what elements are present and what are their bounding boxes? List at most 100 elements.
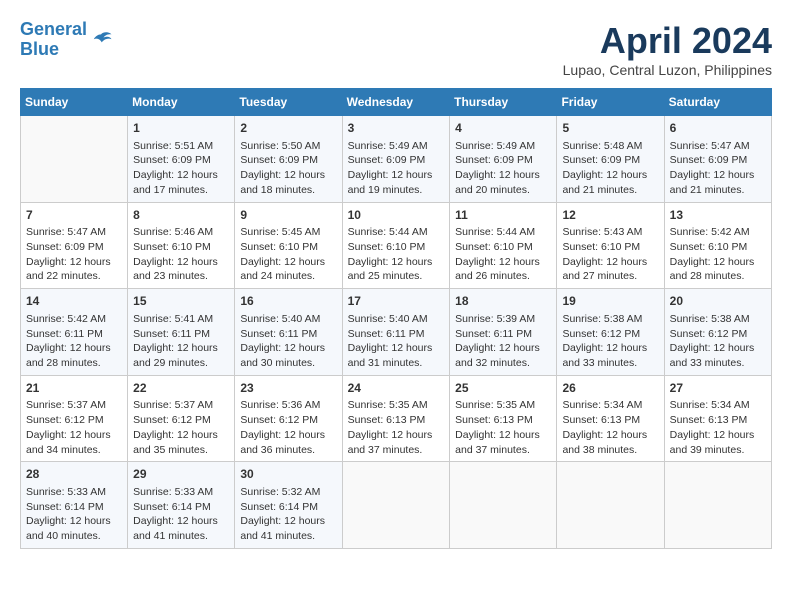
calendar-cell: 28Sunrise: 5:33 AM Sunset: 6:14 PM Dayli… [21, 462, 128, 549]
header-tuesday: Tuesday [235, 89, 342, 116]
day-info: Sunrise: 5:50 AM Sunset: 6:09 PM Dayligh… [240, 139, 336, 198]
calendar-cell: 1 Sunrise: 5:51 AM Sunset: 6:09 PM Daylig… [128, 116, 235, 203]
day-number: 7 [26, 207, 122, 224]
day-number: 8 [133, 207, 229, 224]
logo: GeneralBlue [20, 20, 113, 60]
header-monday: Monday [128, 89, 235, 116]
day-info: Sunrise: 5:35 AM Sunset: 6:13 PM Dayligh… [455, 398, 551, 457]
day-info: Sunrise: 5:40 AM Sunset: 6:11 PM Dayligh… [348, 312, 445, 371]
day-number: 12 [562, 207, 658, 224]
calendar-cell [664, 462, 771, 549]
calendar-week-row: 14Sunrise: 5:42 AM Sunset: 6:11 PM Dayli… [21, 289, 772, 376]
calendar-cell [21, 116, 128, 203]
day-number: 11 [455, 207, 551, 224]
calendar-cell: 18Sunrise: 5:39 AM Sunset: 6:11 PM Dayli… [450, 289, 557, 376]
calendar-week-row: 28 Sunrise: 5:33 AM Sunset: 6:14 PM Dayli… [21, 462, 772, 549]
day-info: Sunrise: 5:47 AM Sunset: 6:09 PM Dayligh… [670, 139, 766, 198]
day-info: Sunrise: 5:49 AM Sunset: 6:09 PM Dayligh… [455, 139, 551, 198]
day-number: 26 [562, 380, 658, 397]
day-info: Sunrise: 5:38 AM Sunset: 6:12 PM Dayligh… [670, 312, 766, 371]
calendar-header-row: SundayMondayTuesdayWednesdayThursdayFrid… [21, 89, 772, 116]
day-info: Sunrise: 5:42 AM Sunset: 6:10 PM Dayligh… [670, 225, 766, 284]
calendar-cell: 12Sunrise: 5:43 AM Sunset: 6:10 PM Dayli… [557, 202, 664, 289]
calendar-cell: 4 Sunrise: 5:49 AM Sunset: 6:09 PM Daylig… [450, 116, 557, 203]
title-block: April 2024 Lupao, Central Luzon, Philipp… [563, 20, 772, 78]
page-header: GeneralBlue April 2024 Lupao, Central Lu… [20, 20, 772, 78]
calendar-cell: 7Sunrise: 5:47 AM Sunset: 6:09 PM Daylig… [21, 202, 128, 289]
header-saturday: Saturday [664, 89, 771, 116]
calendar-cell [342, 462, 450, 549]
location-text: Lupao, Central Luzon, Philippines [563, 62, 772, 78]
day-number: 17 [348, 293, 445, 310]
day-info: Sunrise: 5:36 AM Sunset: 6:12 PM Dayligh… [240, 398, 336, 457]
calendar-cell: 5 Sunrise: 5:48 AM Sunset: 6:09 PM Daylig… [557, 116, 664, 203]
day-number: 3 [348, 120, 445, 137]
calendar-cell: 26Sunrise: 5:34 AM Sunset: 6:13 PM Dayli… [557, 375, 664, 462]
day-info: Sunrise: 5:41 AM Sunset: 6:11 PM Dayligh… [133, 312, 229, 371]
header-thursday: Thursday [450, 89, 557, 116]
calendar-cell: 9Sunrise: 5:45 AM Sunset: 6:10 PM Daylig… [235, 202, 342, 289]
calendar-cell [450, 462, 557, 549]
calendar-cell: 21Sunrise: 5:37 AM Sunset: 6:12 PM Dayli… [21, 375, 128, 462]
day-info: Sunrise: 5:33 AM Sunset: 6:14 PM Dayligh… [133, 485, 229, 544]
month-title: April 2024 [563, 20, 772, 62]
day-info: Sunrise: 5:44 AM Sunset: 6:10 PM Dayligh… [455, 225, 551, 284]
day-number: 19 [562, 293, 658, 310]
calendar-cell: 13Sunrise: 5:42 AM Sunset: 6:10 PM Dayli… [664, 202, 771, 289]
day-number: 16 [240, 293, 336, 310]
day-info: Sunrise: 5:37 AM Sunset: 6:12 PM Dayligh… [133, 398, 229, 457]
day-number: 6 [670, 120, 766, 137]
calendar-week-row: 7Sunrise: 5:47 AM Sunset: 6:09 PM Daylig… [21, 202, 772, 289]
calendar-cell: 14Sunrise: 5:42 AM Sunset: 6:11 PM Dayli… [21, 289, 128, 376]
calendar-cell: 20 Sunrise: 5:38 AM Sunset: 6:12 PM Dayli… [664, 289, 771, 376]
calendar-cell: 2 Sunrise: 5:50 AM Sunset: 6:09 PM Daylig… [235, 116, 342, 203]
day-number: 15 [133, 293, 229, 310]
day-info: Sunrise: 5:43 AM Sunset: 6:10 PM Dayligh… [562, 225, 658, 284]
calendar-cell: 23Sunrise: 5:36 AM Sunset: 6:12 PM Dayli… [235, 375, 342, 462]
day-info: Sunrise: 5:39 AM Sunset: 6:11 PM Dayligh… [455, 312, 551, 371]
day-info: Sunrise: 5:45 AM Sunset: 6:10 PM Dayligh… [240, 225, 336, 284]
calendar-cell: 16 Sunrise: 5:40 AM Sunset: 6:11 PM Dayli… [235, 289, 342, 376]
calendar-cell [557, 462, 664, 549]
calendar-cell: 15 Sunrise: 5:41 AM Sunset: 6:11 PM Dayli… [128, 289, 235, 376]
day-info: Sunrise: 5:34 AM Sunset: 6:13 PM Dayligh… [562, 398, 658, 457]
day-number: 4 [455, 120, 551, 137]
day-info: Sunrise: 5:37 AM Sunset: 6:12 PM Dayligh… [26, 398, 122, 457]
calendar-week-row: 21Sunrise: 5:37 AM Sunset: 6:12 PM Dayli… [21, 375, 772, 462]
day-number: 10 [348, 207, 445, 224]
calendar-cell: 11Sunrise: 5:44 AM Sunset: 6:10 PM Dayli… [450, 202, 557, 289]
day-number: 24 [348, 380, 445, 397]
logo-bird-icon [89, 28, 113, 52]
day-number: 27 [670, 380, 766, 397]
logo-text: GeneralBlue [20, 20, 87, 60]
calendar-cell: 25Sunrise: 5:35 AM Sunset: 6:13 PM Dayli… [450, 375, 557, 462]
day-number: 30 [240, 466, 336, 483]
day-info: Sunrise: 5:40 AM Sunset: 6:11 PM Dayligh… [240, 312, 336, 371]
calendar-cell: 27Sunrise: 5:34 AM Sunset: 6:13 PM Dayli… [664, 375, 771, 462]
calendar-cell: 22Sunrise: 5:37 AM Sunset: 6:12 PM Dayli… [128, 375, 235, 462]
day-number: 20 [670, 293, 766, 310]
day-info: Sunrise: 5:32 AM Sunset: 6:14 PM Dayligh… [240, 485, 336, 544]
calendar-table: SundayMondayTuesdayWednesdayThursdayFrid… [20, 88, 772, 549]
calendar-cell: 19Sunrise: 5:38 AM Sunset: 6:12 PM Dayli… [557, 289, 664, 376]
calendar-cell: 17 Sunrise: 5:40 AM Sunset: 6:11 PM Dayli… [342, 289, 450, 376]
day-info: Sunrise: 5:47 AM Sunset: 6:09 PM Dayligh… [26, 225, 122, 284]
day-number: 28 [26, 466, 122, 483]
calendar-cell: 6 Sunrise: 5:47 AM Sunset: 6:09 PM Daylig… [664, 116, 771, 203]
day-number: 5 [562, 120, 658, 137]
day-number: 1 [133, 120, 229, 137]
calendar-cell: 29 Sunrise: 5:33 AM Sunset: 6:14 PM Dayli… [128, 462, 235, 549]
calendar-cell: 24Sunrise: 5:35 AM Sunset: 6:13 PM Dayli… [342, 375, 450, 462]
day-number: 21 [26, 380, 122, 397]
day-info: Sunrise: 5:48 AM Sunset: 6:09 PM Dayligh… [562, 139, 658, 198]
day-number: 23 [240, 380, 336, 397]
day-number: 29 [133, 466, 229, 483]
calendar-cell: 10Sunrise: 5:44 AM Sunset: 6:10 PM Dayli… [342, 202, 450, 289]
day-info: Sunrise: 5:51 AM Sunset: 6:09 PM Dayligh… [133, 139, 229, 198]
day-number: 2 [240, 120, 336, 137]
day-number: 25 [455, 380, 551, 397]
day-info: Sunrise: 5:46 AM Sunset: 6:10 PM Dayligh… [133, 225, 229, 284]
day-info: Sunrise: 5:35 AM Sunset: 6:13 PM Dayligh… [348, 398, 445, 457]
day-number: 9 [240, 207, 336, 224]
day-number: 22 [133, 380, 229, 397]
